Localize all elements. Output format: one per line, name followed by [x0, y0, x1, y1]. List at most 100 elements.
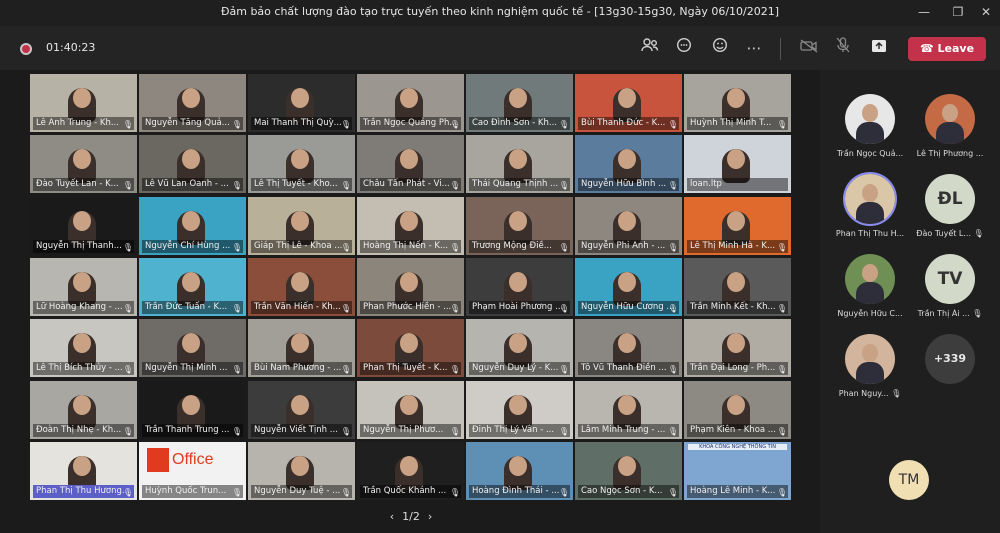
video-tile[interactable]: Nguyễn Thị Phươ... 🎙 — [357, 380, 464, 439]
mic-muted-icon: 🎙 — [340, 365, 351, 375]
video-tile[interactable]: Đoàn Thị Nhẹ - Kh... 🎙 — [30, 380, 137, 439]
participant-face — [727, 271, 745, 292]
video-tile[interactable]: Phạm Kiên - Khoa ... 🎙 — [684, 380, 791, 439]
video-tile[interactable]: Nguyễn Phi Anh - ... 🎙 — [575, 196, 682, 255]
video-tile[interactable]: Nguyễn Hữu Cương ... 🎙 — [575, 257, 682, 316]
rail-participant[interactable]: Nguyễn Hữu C... — [830, 254, 910, 324]
video-tile[interactable]: Nguyễn Viết Tịnh ... 🎙 — [248, 380, 355, 439]
participant-name: Nguyễn Thị Minh ... — [142, 362, 243, 376]
participant-name: Phan Thị Tuyết - K... — [360, 362, 461, 376]
video-tile[interactable]: Nguyễn Thị Minh ... 🎙 — [139, 319, 246, 378]
next-page-icon[interactable]: › — [428, 508, 432, 526]
participant-face — [509, 210, 527, 231]
participant-name: Đinh Thị Lý Vân - ... — [469, 423, 570, 437]
video-tile[interactable]: Phan Thị Thu Hương... 🎙 — [30, 441, 137, 500]
video-tile[interactable]: Hoàng Đình Thái - ... 🎙 — [466, 441, 573, 500]
share-screen-icon[interactable] — [865, 36, 893, 60]
mic-off-icon[interactable] — [829, 36, 857, 60]
leave-button[interactable]: ☎ Leave — [908, 37, 986, 61]
video-tile[interactable]: Trần Ngọc Quảng Ph... 🎙 — [357, 74, 464, 132]
video-tile[interactable]: Nguyễn Duy Tuệ - ... 🎙 — [248, 441, 355, 500]
video-tile[interactable]: Nguyễn Chí Hùng ... 🎙 — [139, 196, 246, 255]
participant-face — [291, 88, 309, 108]
video-tile[interactable]: Cao Ngọc Sơn - K... 🎙 — [575, 441, 682, 500]
participant-face — [291, 271, 309, 292]
camera-off-icon[interactable] — [795, 36, 823, 60]
mic-muted-icon: 🎙 — [122, 242, 133, 252]
more-participants[interactable]: +339 — [910, 334, 990, 404]
rail-participant[interactable]: ĐL Đào Tuyết L... 🎙 — [910, 174, 990, 244]
rail-participant[interactable]: Phan Thị Thu H... — [830, 174, 910, 244]
video-tile[interactable]: Cao Đình Sơn - Kh... 🎙 — [466, 74, 573, 132]
mic-muted-icon: 🎙 — [558, 365, 569, 375]
window-titlebar: Đảm bảo chất lượng đào tạo trực tuyến th… — [0, 0, 1000, 24]
rail-participant-name: Phan Thị Thu H... — [835, 229, 905, 238]
video-tile[interactable]: Bùi Thanh Đức - K... 🎙 — [575, 74, 682, 132]
video-tile[interactable]: Hoàng Thị Nến - K... 🎙 — [357, 196, 464, 255]
video-tile[interactable]: Thái Quang Thịnh ... 🎙 — [466, 135, 573, 194]
video-tile[interactable]: Nguyễn Hữu Bình ... 🎙 — [575, 135, 682, 194]
video-tile[interactable]: Tô Vũ Thanh Điền ... 🎙 — [575, 319, 682, 378]
video-tile[interactable]: Lê Thị Bích Thủy - ... 🎙 — [30, 319, 137, 378]
participant-face — [291, 455, 309, 476]
more-options-icon[interactable]: ⋯ — [740, 36, 768, 60]
recording-icon — [20, 43, 32, 55]
video-tile[interactable]: Nguyễn Thị Thanh... 🎙 — [30, 196, 137, 255]
video-tile[interactable]: Trần Thanh Trung ... 🎙 — [139, 380, 246, 439]
reactions-icon[interactable] — [706, 36, 734, 60]
rail-participant[interactable]: Phan Nguy... 🎙 — [830, 334, 910, 404]
video-tile[interactable]: Trương Mộng Điề... 🎙 — [466, 196, 573, 255]
mic-muted-icon: 🎙 — [340, 303, 351, 313]
video-tile[interactable]: Nguyễn Duy Lý - K... 🎙 — [466, 319, 573, 378]
participant-name: Trần Đại Long - Ph... — [687, 362, 788, 376]
video-tile[interactable]: Châu Tấn Phát - Vi... 🎙 — [357, 135, 464, 194]
video-tile[interactable]: Mai Thanh Thị Quỳ... 🎙 — [248, 74, 355, 132]
video-tile[interactable]: Trần Minh Kết - Kh... 🎙 — [684, 257, 791, 316]
video-tile[interactable]: Lâm Minh Trung - ... 🎙 — [575, 380, 682, 439]
video-tile[interactable]: KHOA CÔNG NGHỆ THÔNG TIN Hoàng Lê Minh - … — [684, 441, 791, 500]
video-tile[interactable]: Phan Phước Hiền - ... 🎙 — [357, 257, 464, 316]
mic-muted-icon: 🎙 — [122, 120, 133, 129]
video-tile[interactable]: Lê Anh Trung - Kh... 🎙 — [30, 74, 137, 132]
participant-face — [509, 394, 527, 415]
mic-muted-icon: 🎙 — [558, 242, 569, 252]
video-tile[interactable]: Lữ Hoàng Khang - ... 🎙 — [30, 257, 137, 316]
video-tile[interactable]: Phan Thị Tuyết - K... 🎙 — [357, 319, 464, 378]
rail-participant[interactable]: Lê Thị Phương ... — [910, 94, 990, 164]
mic-muted-icon: 🎙 — [558, 426, 569, 436]
video-tile[interactable]: Lê Thị Minh Hà - K... 🎙 — [684, 196, 791, 255]
video-tile[interactable]: Office Huỳnh Quốc Trun... 🎙 — [139, 441, 246, 500]
participant-name: Nguyễn Phi Anh - ... — [578, 239, 679, 253]
video-tile[interactable]: Bùi Nam Phương - ... 🎙 — [248, 319, 355, 378]
mic-muted-icon: 🎙 — [667, 120, 678, 129]
video-tile[interactable]: Trần Quốc Khánh ... 🎙 — [357, 441, 464, 500]
video-tile[interactable]: Nguyễn Tăng Quả... 🎙 — [139, 74, 246, 132]
participant-face — [182, 271, 200, 292]
prev-page-icon[interactable]: ‹ — [390, 508, 394, 526]
rail-participant[interactable]: TV Trần Thị Ái ... 🎙 — [910, 254, 990, 324]
leave-label: Leave — [937, 42, 975, 55]
mic-muted-icon: 🎙 — [776, 120, 787, 129]
video-tile[interactable]: loan.ltp — [684, 135, 791, 194]
close-icon[interactable]: ✕ — [966, 0, 1000, 24]
video-grid: Lê Anh Trung - Kh... 🎙 Nguyễn Tăng Quả... 🎙… — [30, 74, 792, 504]
video-tile[interactable]: Trần Đức Tuấn - K... 🎙 — [139, 257, 246, 316]
video-tile[interactable]: Lê Vũ Lan Oanh - ... 🎙 — [139, 135, 246, 194]
video-tile[interactable]: Trần Văn Hiến - Kh... 🎙 — [248, 257, 355, 316]
video-tile[interactable]: Giáp Thị Lê - Khoa ... 🎙 — [248, 196, 355, 255]
participants-icon[interactable] — [636, 36, 664, 60]
video-tile[interactable]: Đinh Thị Lý Vân - ... 🎙 — [466, 380, 573, 439]
rail-participant-name: Nguyễn Hữu C... — [837, 309, 903, 318]
mic-muted-icon: 🎙 — [340, 426, 351, 436]
video-tile[interactable]: Phạm Hoài Phương ... 🎙 — [466, 257, 573, 316]
participant-face — [400, 88, 418, 108]
video-tile[interactable]: Trần Đại Long - Ph... 🎙 — [684, 319, 791, 378]
video-tile[interactable]: Huỳnh Thị Minh T... 🎙 — [684, 74, 791, 132]
participant-face — [182, 88, 200, 108]
self-avatar[interactable]: TM — [889, 460, 929, 500]
chat-icon[interactable] — [670, 36, 698, 60]
rail-participant[interactable]: Trần Ngọc Quả... — [830, 94, 910, 164]
video-tile[interactable]: Lê Thị Tuyết - Kho... 🎙 — [248, 135, 355, 194]
video-tile[interactable]: Đào Tuyết Lan - K... 🎙 — [30, 135, 137, 194]
mic-muted-icon: 🎙 — [776, 487, 787, 497]
